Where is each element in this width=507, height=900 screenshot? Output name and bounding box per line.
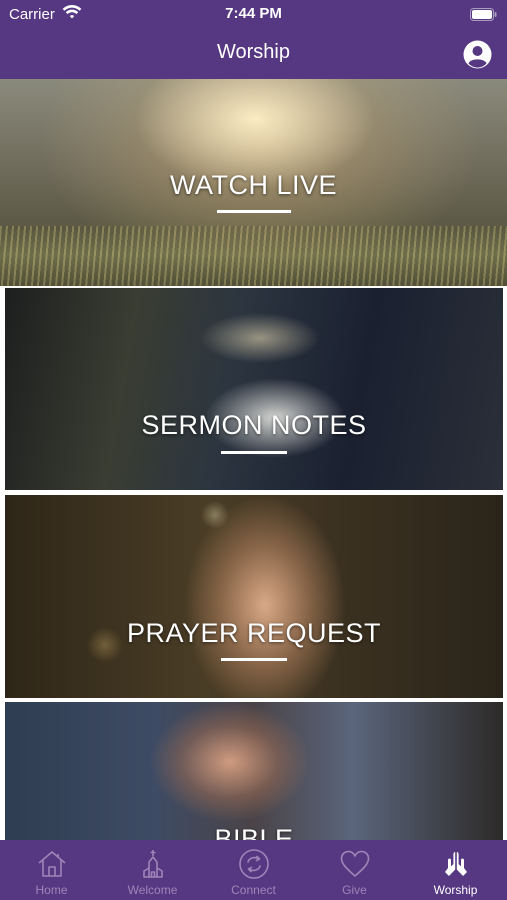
watch-live-tile[interactable]: WATCH LIVE <box>0 79 507 286</box>
tab-connect[interactable]: Connect <box>203 840 304 900</box>
bible-label: BIBLE <box>214 824 294 840</box>
prayer-request-background-image <box>5 495 503 698</box>
tab-welcome[interactable]: Welcome <box>102 840 203 900</box>
bible-background-image <box>5 702 503 840</box>
tab-home-label: Home <box>35 883 68 897</box>
tab-worship-label: Worship <box>433 883 478 897</box>
tab-welcome-label: Welcome <box>127 883 178 897</box>
tab-give[interactable]: Give <box>304 840 405 900</box>
connect-icon <box>238 849 269 879</box>
watch-live-underline <box>216 210 291 213</box>
worship-tiles: WATCH LIVE SERMON NOTES PRAYER REQUEST B… <box>0 79 507 840</box>
navigation-bar: Worship <box>0 30 507 79</box>
sermon-notes-underline <box>221 451 287 454</box>
page-title: Worship <box>217 41 290 63</box>
tab-home[interactable]: Home <box>1 840 102 900</box>
bible-tile[interactable]: BIBLE <box>5 702 503 840</box>
tab-bar: Home Welcome Connect Give Worship <box>0 840 507 900</box>
prayer-request-tile[interactable]: PRAYER REQUEST <box>5 495 503 698</box>
praying-hands-icon <box>444 852 467 876</box>
home-icon <box>37 851 66 877</box>
watch-live-label: WATCH LIVE <box>169 170 337 200</box>
sermon-notes-tile[interactable]: SERMON NOTES <box>5 288 503 490</box>
tab-connect-label: Connect <box>231 883 276 897</box>
prayer-request-label: PRAYER REQUEST <box>126 618 382 648</box>
prayer-request-underline <box>221 658 287 661</box>
status-bar: Carrier 7:44 PM <box>0 0 507 30</box>
heart-icon <box>340 850 369 877</box>
sermon-notes-label: SERMON NOTES <box>141 410 367 440</box>
profile-icon[interactable] <box>463 40 492 69</box>
church-icon <box>142 850 163 878</box>
battery-icon <box>470 8 497 21</box>
tab-give-label: Give <box>342 883 367 897</box>
clock-label: 7:44 PM <box>225 5 282 22</box>
tab-worship[interactable]: Worship <box>405 840 506 900</box>
sermon-notes-background-image <box>5 288 503 490</box>
